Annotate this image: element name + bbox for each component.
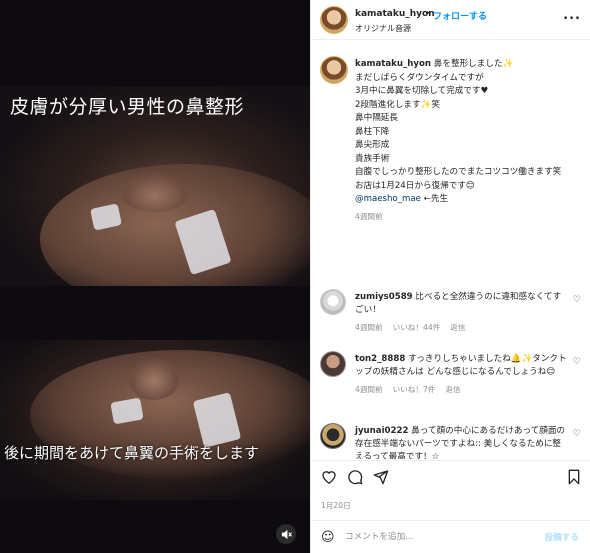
post-header: kamataku_hyon • フォローする オリジナル音源 ... (311, 0, 590, 40)
follow-button[interactable]: フォローする (433, 9, 487, 22)
comment-time[interactable]: 4週間前 (355, 323, 383, 332)
speaker-muted-icon (281, 529, 292, 539)
comment-likes[interactable]: いいね！44件 (393, 323, 441, 332)
comment-composer: ☺ 投稿する (311, 520, 590, 553)
commenter-avatar[interactable] (320, 289, 346, 315)
bookmark-icon[interactable] (567, 469, 581, 488)
post-comment-button[interactable]: 投稿する (545, 531, 579, 543)
post-caption: kamataku_hyon 鼻を整形しました✨ まだしばらくダウンタイムですが … (355, 58, 580, 223)
share-icon[interactable] (373, 469, 389, 488)
caption-line: 鼻柱下降 (355, 126, 390, 137)
reply-button[interactable]: 返信 (445, 385, 460, 394)
comment-input[interactable] (345, 529, 535, 545)
comment-like-icon[interactable]: ♡ (573, 295, 581, 305)
like-icon[interactable] (321, 469, 337, 487)
comment-icon[interactable] (347, 469, 363, 488)
emoji-icon[interactable]: ☺ (321, 530, 335, 545)
commenter-avatar[interactable] (320, 351, 346, 377)
media-caption-overlay: 後に期間をあけて鼻翼の手術をします (4, 444, 260, 462)
commenter-avatar[interactable] (320, 423, 346, 449)
comment-likes[interactable]: いいね！7件 (393, 385, 436, 394)
reply-button[interactable]: 返信 (450, 323, 465, 332)
comment-like-icon[interactable]: ♡ (573, 429, 581, 439)
more-options-icon[interactable]: ... (563, 8, 581, 23)
comment-username[interactable]: zumiys0589 (355, 292, 413, 302)
caption-line: 貴族手術 (355, 153, 390, 164)
caption-time[interactable]: 4週間前 (355, 212, 383, 221)
comment-username[interactable]: jyunai0222 (355, 426, 408, 436)
doctor-mention-link[interactable]: @maesho_mae (355, 194, 421, 204)
audio-label[interactable]: オリジナル音源 (355, 23, 411, 34)
caption-line: 3月中に鼻翼を切除して完成です♥ (355, 86, 489, 96)
action-bar (311, 460, 590, 488)
author-avatar[interactable] (320, 6, 348, 34)
caption-line: 自腹でしっかり整形したのでまたコツコツ働きます笑 (355, 167, 562, 177)
caption-username[interactable]: kamataku_hyon (355, 59, 431, 69)
comment-username[interactable]: ton2_8888 (355, 354, 405, 364)
post-date[interactable]: 1月20日 (321, 500, 351, 511)
mute-button[interactable] (276, 524, 296, 544)
caption-line: 鼻を整形しました✨ (433, 59, 514, 69)
caption-line: まだしばらくダウンタイムですが (355, 72, 484, 83)
caption-line: 鼻尖形成 (355, 140, 390, 150)
separator-dot: • (425, 9, 431, 19)
caption-line: 鼻中隔延長 (355, 113, 398, 123)
comment-time[interactable]: 4週間前 (355, 385, 383, 394)
caption-line: 2段階進化します✨笑 (355, 99, 440, 110)
media-title-overlay: 皮膚が分厚い男性の鼻整形 (10, 96, 245, 118)
after-photo (0, 340, 310, 500)
comments-list[interactable]: kamataku_hyon 鼻を整形しました✨ まだしばらくダウンタイムですが … (311, 46, 590, 459)
caption-avatar[interactable] (320, 56, 348, 84)
caption-line: お店は1月24日から復帰です😊 (355, 180, 475, 191)
post-side-panel: kamataku_hyon • フォローする オリジナル音源 ... kamat… (310, 0, 590, 553)
author-username[interactable]: kamataku_hyon (355, 9, 435, 19)
mention-suffix: ←先生 (420, 194, 449, 204)
post-media[interactable]: 皮膚が分厚い男性の鼻整形 後に期間をあけて鼻翼の手術をします (0, 0, 310, 553)
comment-like-icon[interactable]: ♡ (573, 357, 581, 367)
